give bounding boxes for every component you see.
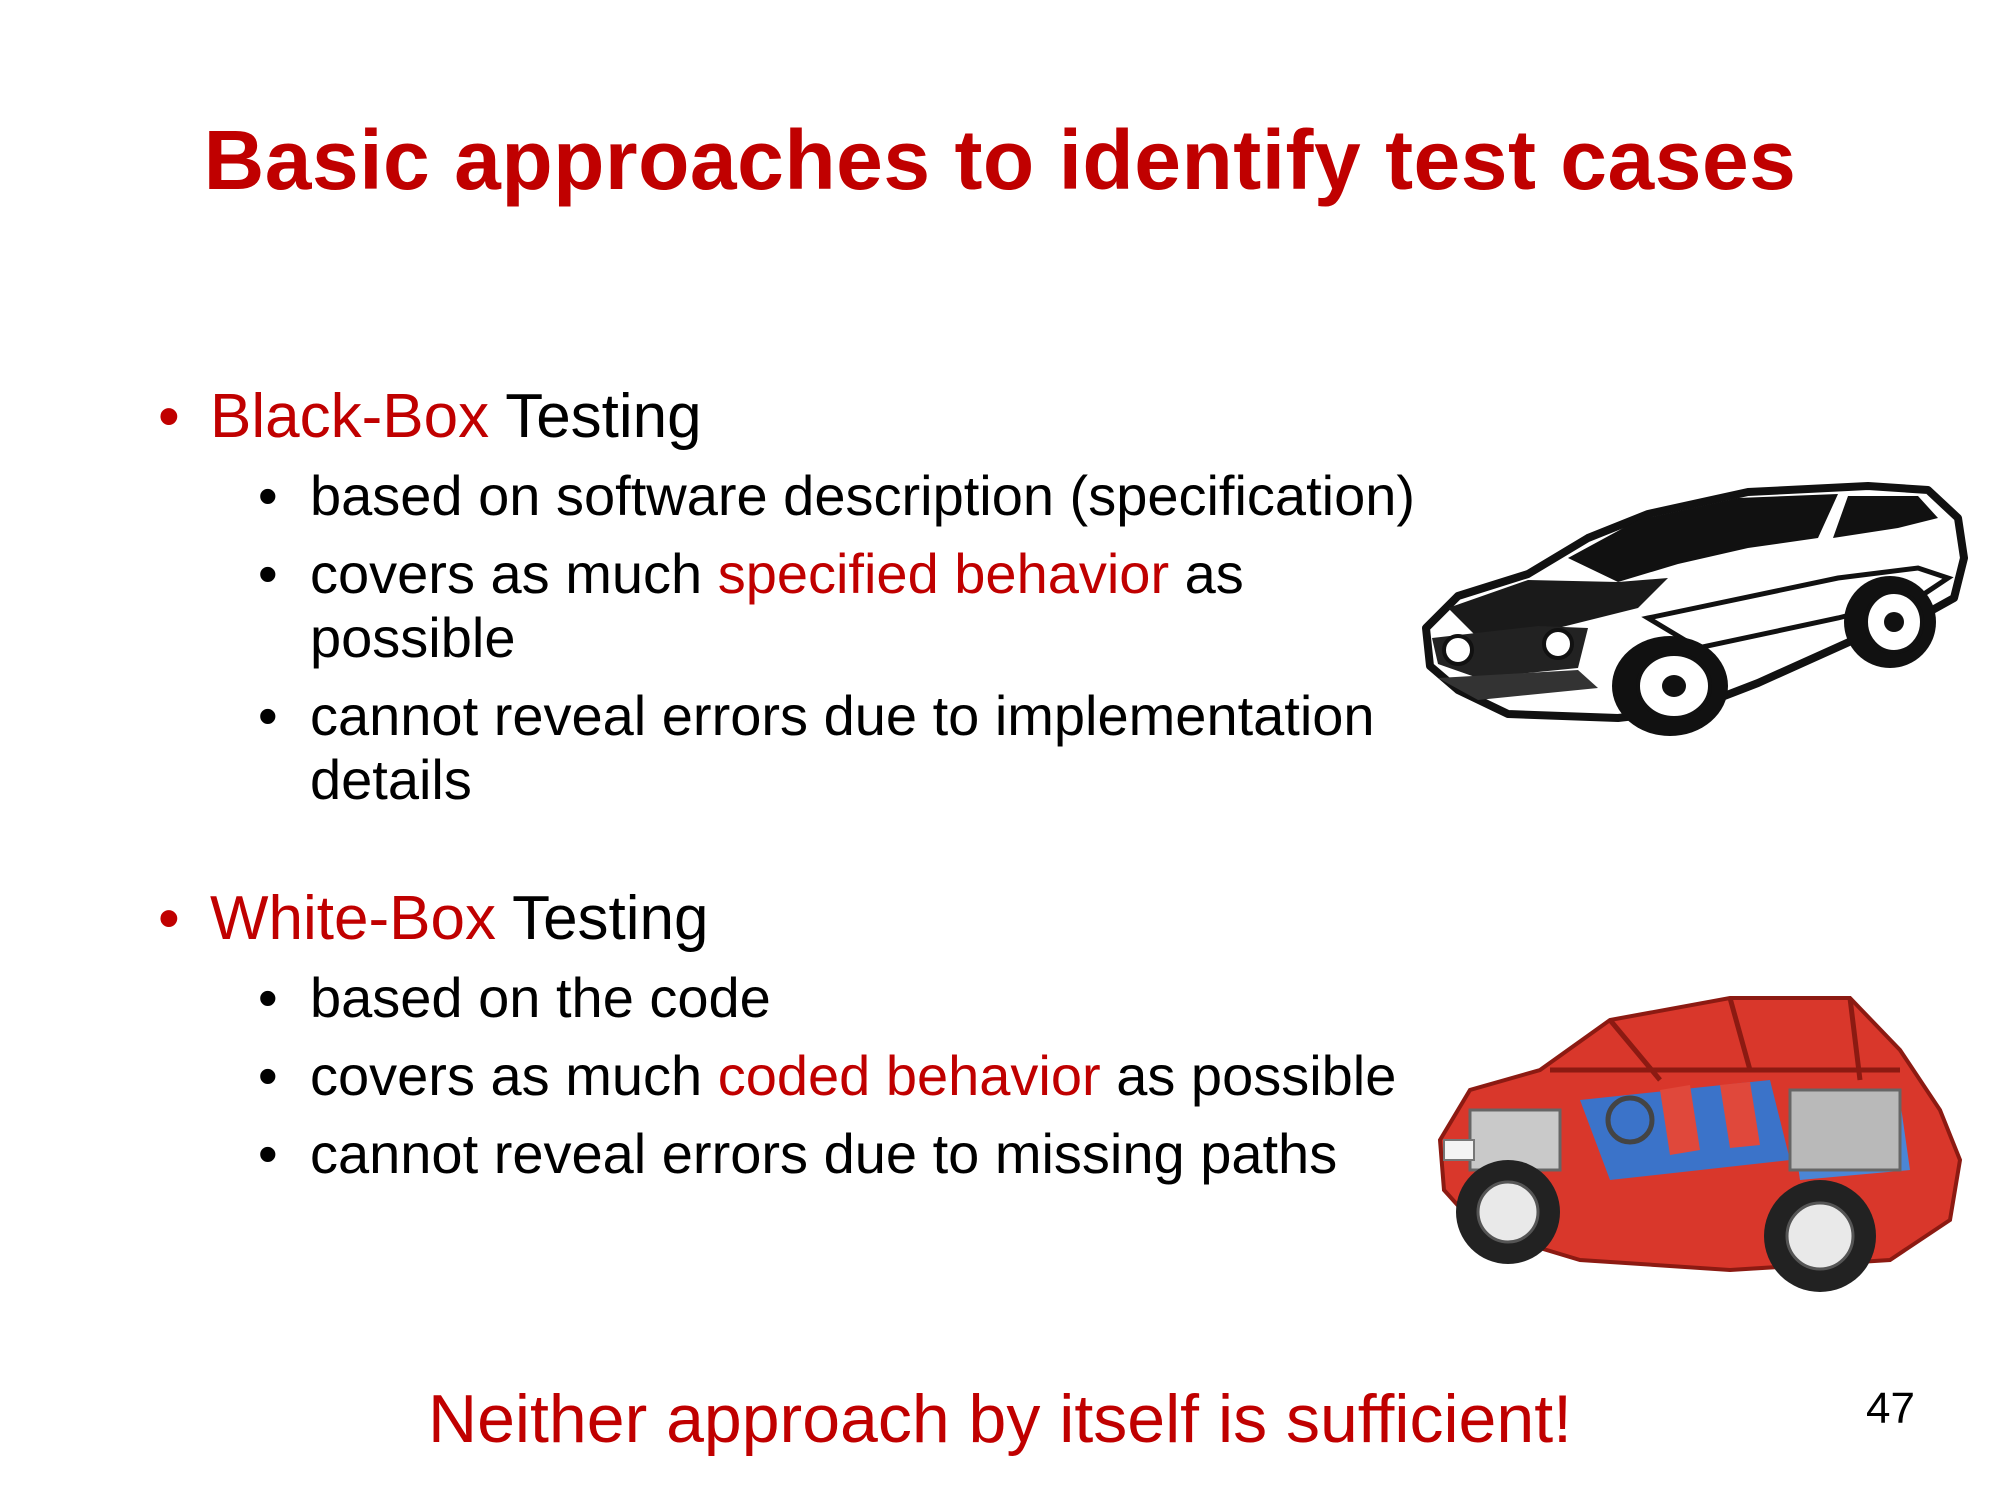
testing-label: Testing (495, 884, 709, 953)
sub-bullet: • covers as much coded behavior as possib… (158, 1044, 1458, 1108)
conclusion-text: Neither approach by itself is sufficient… (428, 1381, 1572, 1457)
white-box-points: • based on the code • covers as much coded… (158, 966, 1458, 1186)
sub-bullet-text: covers as much (310, 1044, 718, 1107)
sub-bullet-text: cannot reveal errors due to missing path… (310, 1122, 1338, 1185)
bullet-dot: • (258, 464, 278, 527)
black-box-term: Black-Box (210, 382, 490, 451)
bullet-dot: • (158, 382, 180, 451)
bullet-dot: • (258, 1122, 278, 1185)
testing-label: Testing (489, 382, 702, 451)
sub-bullet: • based on the code (158, 966, 1458, 1030)
sub-bullet-text: based on software description (specifica… (310, 464, 1416, 527)
red-cutaway-car-icon (1437, 996, 1963, 1292)
sub-bullet: • covers as much specified behavior as po… (158, 542, 1458, 670)
sub-bullet-highlight: specified behavior (717, 542, 1170, 605)
bullet-dot: • (258, 684, 278, 747)
bullet-dot: • (158, 884, 180, 953)
white-box-term: White-Box (210, 884, 496, 953)
slide-title: Basic approaches to identify test cases (203, 113, 1797, 207)
bullet-black-box-testing: • Black-Box Testing (158, 380, 1458, 454)
sub-bullet-text: covers as much (310, 542, 718, 605)
slide-content: • Black-Box Testing • based on software de… (158, 380, 1458, 1200)
black-box-points: • based on software description (specific… (158, 464, 1458, 812)
sub-bullet: • based on software description (specific… (158, 464, 1458, 528)
sub-bullet: • cannot reveal errors due to missing pat… (158, 1122, 1458, 1186)
sub-bullet-text: cannot reveal errors due to implementati… (310, 684, 1375, 811)
page-number: 47 (1866, 1384, 1915, 1433)
sub-bullet-text: based on the code (310, 966, 771, 1029)
sub-bullet-text-end: as possible (1100, 1044, 1397, 1107)
bullet-dot: • (258, 1044, 278, 1107)
bullet-dot: • (258, 542, 278, 605)
sub-bullet: • cannot reveal errors due to implementat… (158, 684, 1458, 812)
sub-bullet-highlight: coded behavior (717, 1044, 1101, 1107)
black-sports-car-icon (1422, 482, 1968, 736)
bullet-dot: • (258, 966, 278, 1029)
bullet-white-box-testing: • White-Box Testing (158, 882, 1458, 956)
